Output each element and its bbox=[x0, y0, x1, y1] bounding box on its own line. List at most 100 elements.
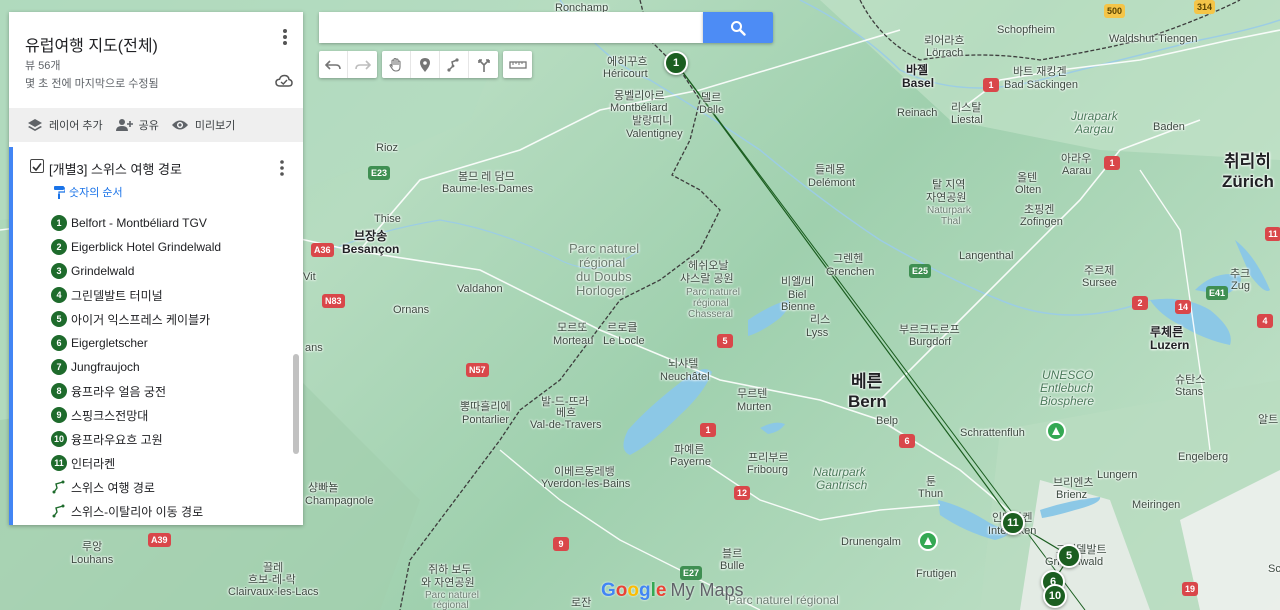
list-item[interactable]: 4 그린델발트 터미널 bbox=[51, 283, 291, 307]
label-bern-ko: 베른 bbox=[851, 372, 883, 391]
search-icon bbox=[731, 20, 746, 36]
label-baden: Baden bbox=[1153, 121, 1185, 133]
redo-button[interactable] bbox=[348, 51, 377, 78]
list-item[interactable]: 1 Belfort - Montbéliard TGV bbox=[51, 211, 291, 235]
list-item[interactable]: 7 Jungfraujoch bbox=[51, 355, 291, 379]
label-sursee: Sursee bbox=[1082, 277, 1117, 289]
map-title[interactable]: 유럽여행 지도(전체) bbox=[25, 32, 158, 56]
label-zug: Zug bbox=[1231, 280, 1250, 292]
layer-options-icon[interactable] bbox=[275, 159, 289, 177]
label-champagnole-ko: 샹빠뇰 bbox=[308, 482, 339, 494]
share-button[interactable]: 공유 bbox=[115, 117, 159, 133]
add-marker-button[interactable] bbox=[411, 51, 440, 78]
label-badsackingen-ko: 바트 재킹겐 bbox=[1013, 66, 1067, 78]
search-input[interactable] bbox=[319, 12, 703, 43]
layers-icon bbox=[28, 119, 42, 131]
map-marker-5[interactable]: 5 bbox=[1057, 544, 1081, 568]
measure-button[interactable] bbox=[503, 51, 532, 78]
item-number-badge: 6 bbox=[51, 335, 67, 351]
label-champagnole: Champagnole bbox=[305, 495, 374, 507]
road-r500: 500 bbox=[1104, 4, 1126, 18]
label-montbeliard: Montbéliard bbox=[610, 102, 668, 114]
directions-button[interactable] bbox=[469, 51, 498, 78]
paint-roller-icon bbox=[54, 186, 65, 199]
undo-button[interactable] bbox=[319, 51, 348, 78]
label-grenchen: Grenchen bbox=[826, 266, 875, 278]
hand-icon bbox=[389, 57, 401, 72]
route-icon bbox=[52, 480, 65, 494]
label-lungern: Lungern bbox=[1097, 469, 1138, 481]
map-marker-1[interactable]: 1 bbox=[664, 51, 688, 75]
layer-style-link[interactable]: 숫자의 순서 bbox=[53, 184, 123, 200]
label-fribourg: Fribourg bbox=[747, 464, 788, 476]
label-bulle: Bulle bbox=[720, 560, 745, 572]
road-n83: N83 bbox=[322, 294, 345, 308]
label-murten-ko: 무르텐 bbox=[737, 388, 768, 400]
measure-toolbar bbox=[503, 51, 532, 78]
list-item[interactable]: 6 Eigergletscher bbox=[51, 331, 291, 355]
label-montbeliard-ko: 몽벨리아르 bbox=[614, 90, 665, 102]
panel-scrollbar[interactable] bbox=[293, 354, 299, 454]
search-box[interactable] bbox=[319, 12, 703, 43]
item-label: Belfort - Montbéliard TGV bbox=[71, 216, 207, 230]
route-item[interactable]: 스위스-이탈리아 이동 경로 bbox=[51, 499, 291, 523]
label-doubs-1: Parc naturel bbox=[569, 241, 640, 256]
list-item[interactable]: 5 아이거 익스프레스 케이블카 bbox=[51, 307, 291, 331]
place-list: 1 Belfort - Montbéliard TGV 2 Eigerblick H… bbox=[51, 211, 291, 523]
list-item[interactable]: 11 인터라켄 bbox=[51, 451, 291, 475]
layer-title[interactable]: [개별3] 스위스 여행 경로 bbox=[49, 159, 182, 178]
road-e23: E23 bbox=[368, 166, 391, 180]
label-lyss: Lyss bbox=[806, 327, 829, 339]
share-label: 공유 bbox=[138, 120, 159, 132]
map-marker-10[interactable]: 10 bbox=[1043, 584, 1067, 608]
label-fribourg-ko: 프리부르 bbox=[748, 452, 789, 464]
label-meiringen: Meiringen bbox=[1132, 499, 1181, 511]
label-delle-ko: 델르 bbox=[701, 92, 722, 104]
search-button[interactable] bbox=[703, 12, 773, 43]
redo-icon bbox=[354, 59, 371, 70]
label-morteau-ko: 모르또 bbox=[557, 322, 588, 334]
select-tool-button[interactable] bbox=[382, 51, 411, 78]
layer-section: [개별3] 스위스 여행 경로 숫자의 순서 1 Belfort - Montbé… bbox=[9, 147, 303, 525]
list-item[interactable]: 9 스핑크스전망대 bbox=[51, 403, 291, 427]
list-item[interactable]: 2 Eigerblick Hotel Grindelwald bbox=[51, 235, 291, 259]
layer-visibility-checkbox[interactable] bbox=[30, 159, 44, 173]
more-options-icon[interactable] bbox=[275, 26, 295, 48]
add-layer-label: 레이어 추가 bbox=[49, 120, 103, 132]
item-number-badge: 4 bbox=[51, 287, 67, 303]
list-item[interactable]: 3 Grindelwald bbox=[51, 259, 291, 283]
label-delemont-ko: 들레몽 bbox=[815, 164, 846, 176]
preview-button[interactable]: 미리보기 bbox=[171, 117, 235, 133]
cloud-saved-icon bbox=[275, 74, 293, 93]
park-poi-icon[interactable] bbox=[1046, 421, 1066, 441]
label-zurich: Zürich bbox=[1222, 172, 1274, 191]
add-layer-button[interactable]: 레이어 추가 bbox=[27, 117, 103, 133]
park-poi-icon[interactable] bbox=[918, 531, 938, 551]
label-louhans-ko: 루앙 bbox=[82, 541, 103, 553]
label-thise: Thise bbox=[374, 213, 401, 225]
draw-line-button[interactable] bbox=[440, 51, 469, 78]
label-jura-ko-1: 쥐하 보두 bbox=[428, 564, 472, 576]
draw-toolbar bbox=[382, 51, 498, 78]
view-count: 뷰 56개 bbox=[25, 60, 61, 72]
route-item[interactable]: 스위스 여행 경로 bbox=[51, 475, 291, 499]
map-marker-11[interactable]: 11 bbox=[1001, 511, 1025, 535]
label-olten: Olten bbox=[1015, 184, 1042, 196]
label-schrattenfluh: Schrattenfluh bbox=[960, 427, 1025, 439]
label-aarau: Aarau bbox=[1062, 165, 1092, 177]
road-e41: E41 bbox=[1206, 286, 1229, 300]
label-schwyz: Sc bbox=[1268, 563, 1280, 575]
undo-icon bbox=[325, 59, 341, 70]
add-person-icon bbox=[115, 119, 133, 131]
label-clairvaux-ko: 끌레 bbox=[263, 562, 284, 574]
label-ans: ans bbox=[305, 342, 323, 354]
label-entlebuch-3: Biosphere bbox=[1040, 394, 1095, 408]
label-ornans: Ornans bbox=[393, 304, 430, 316]
label-valentigney-ko: 발랑띠니 bbox=[632, 115, 673, 127]
label-valdetravers: Val-de-Travers bbox=[530, 419, 602, 431]
list-item[interactable]: 8 융프라우 얼음 궁전 bbox=[51, 379, 291, 403]
label-yverdon-ko: 이베르동레뱅 bbox=[554, 466, 615, 478]
road-r1b: 1 bbox=[983, 78, 999, 92]
label-doubs-4: Horloger bbox=[576, 283, 626, 298]
list-item[interactable]: 10 융프라우요흐 고원 bbox=[51, 427, 291, 451]
